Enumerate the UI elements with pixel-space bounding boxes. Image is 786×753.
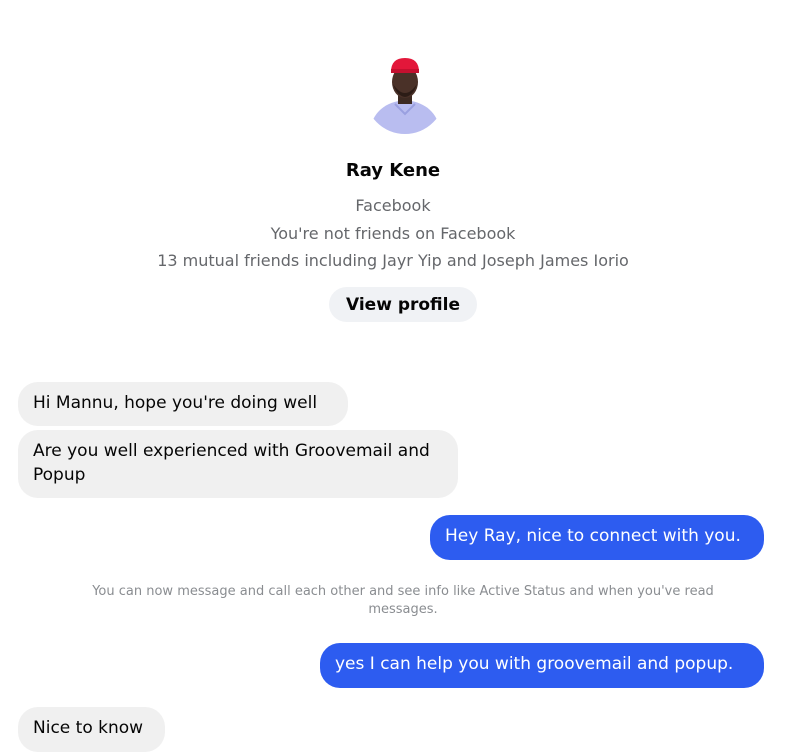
avatar-image xyxy=(365,54,445,134)
view-profile-button[interactable]: View profile xyxy=(329,287,477,322)
message-bubble-incoming[interactable]: Are you well experienced with Groovemail… xyxy=(18,430,458,498)
message-bubble-outgoing[interactable]: Hey Ray, nice to connect with you. xyxy=(430,515,764,560)
mutual-friends: 13 mutual friends including Jayr Yip and… xyxy=(157,251,629,270)
avatar[interactable] xyxy=(365,54,445,134)
friend-status: You're not friends on Facebook xyxy=(270,224,516,243)
system-notice: You can now message and call each other … xyxy=(92,584,714,617)
profile-source: Facebook xyxy=(355,196,431,215)
profile-name: Ray Kene xyxy=(345,160,441,181)
message-bubble-outgoing[interactable]: yes I can help you with groovemail and p… xyxy=(320,643,764,688)
message-bubble-incoming[interactable]: Hi Mannu, hope you're doing well xyxy=(18,382,348,426)
message-bubble-incoming[interactable]: Nice to know xyxy=(18,707,165,752)
